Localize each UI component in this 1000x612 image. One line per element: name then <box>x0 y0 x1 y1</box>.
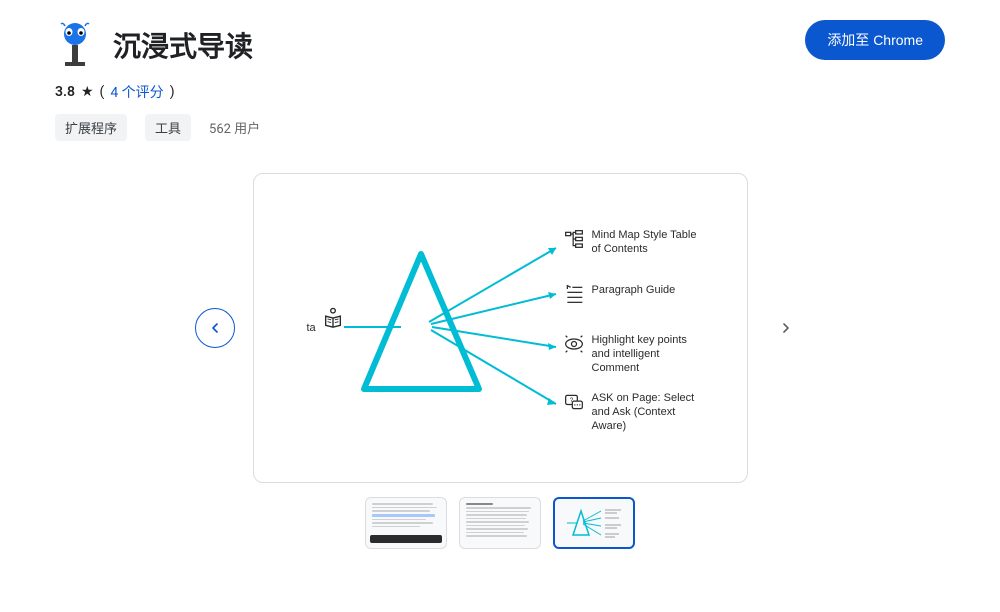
reviews-link[interactable]: 4 个评分 <box>110 82 163 102</box>
thumbnail-3[interactable] <box>553 497 635 549</box>
feature-text: Highlight key points and intelligent Com… <box>592 334 707 375</box>
feature-text: Mind Map Style Table of Contents <box>592 229 707 257</box>
feature-paragraph: Paragraph Guide <box>564 284 676 304</box>
eye-icon <box>564 334 584 354</box>
feature-highlight: Highlight key points and intelligent Com… <box>564 334 707 375</box>
users-count: 562 用户 <box>209 118 260 137</box>
thumbnail-1[interactable] <box>365 497 447 549</box>
paren-close: ) <box>170 84 175 100</box>
carousel-prev-button[interactable] <box>195 308 235 348</box>
mindmap-icon <box>564 229 584 249</box>
extension-logo <box>55 20 95 70</box>
add-to-chrome-button[interactable]: 添加至 Chrome <box>805 20 945 60</box>
thumbnail-2[interactable] <box>459 497 541 549</box>
chevron-right-icon <box>778 320 794 336</box>
chevron-left-icon <box>207 320 223 336</box>
chat-question-icon: ? <box>564 392 584 412</box>
rating-value: 3.8 <box>55 84 75 100</box>
carousel-slide: ta Mind Map Style Table of Contents <box>253 173 748 483</box>
tag-tool[interactable]: 工具 <box>145 114 191 141</box>
tag-extension[interactable]: 扩展程序 <box>55 114 127 141</box>
carousel-next-button[interactable] <box>766 308 806 348</box>
feature-text: ASK on Page: Select and Ask (Context Awa… <box>592 392 707 433</box>
feature-mindmap: Mind Map Style Table of Contents <box>564 229 707 257</box>
input-label: ta <box>307 322 316 334</box>
star-icon: ★ <box>81 84 94 100</box>
extension-title: 沉浸式导读 <box>113 25 253 65</box>
feature-text: Paragraph Guide <box>592 284 676 298</box>
paragraph-icon <box>564 284 584 304</box>
paren-open: ( <box>100 84 105 100</box>
book-icon <box>322 307 344 333</box>
thumbnail-strip <box>0 497 1000 549</box>
feature-ask: ? ASK on Page: Select and Ask (Context A… <box>564 392 707 433</box>
